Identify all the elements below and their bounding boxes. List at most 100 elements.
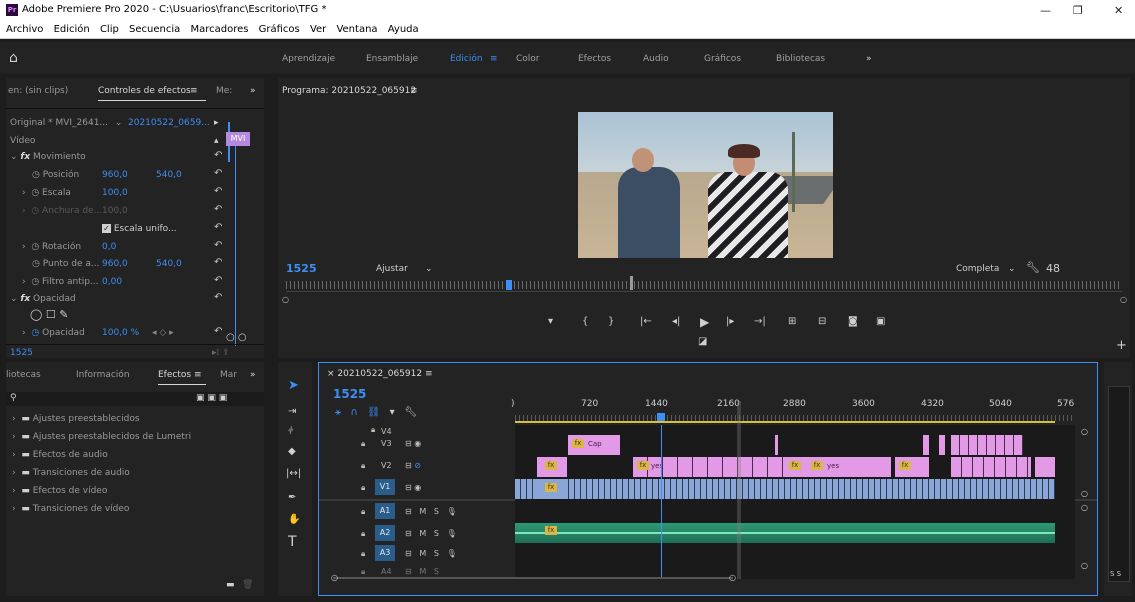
type-tool-icon[interactable]: T [288, 534, 297, 550]
clip-v3-cap[interactable]: fx Cap [568, 435, 620, 455]
selection-tool-icon[interactable]: ➤ [288, 378, 299, 393]
a-scroll-top[interactable]: ○ [1081, 503, 1088, 512]
clip-v2-d[interactable] [1035, 457, 1055, 477]
hand-tool-icon[interactable]: ✋ [288, 514, 300, 525]
add-marker-icon[interactable]: ▾ [548, 316, 553, 327]
fit-dropdown[interactable]: Ajustar ⌄ [376, 264, 433, 274]
browser-more-icon[interactable]: » [250, 370, 256, 380]
rotacion-value[interactable]: 0,0 [102, 242, 116, 252]
effect-timecode[interactable]: 1525 [10, 348, 33, 358]
v3-sync-icon[interactable]: ⊟ ◉ [405, 439, 421, 448]
menu-edicion[interactable]: Edición [54, 24, 90, 35]
escala-uniforme-checkbox[interactable]: ✓ Escala unifo... [102, 224, 177, 234]
clip-v2-b[interactable]: fx [895, 457, 929, 477]
a4-lock-icon[interactable]: 🔒︎ [361, 567, 365, 577]
zoom-scrollbar[interactable] [333, 577, 733, 579]
menu-secuencia[interactable]: Secuencia [129, 24, 180, 35]
folder-transiciones-video[interactable]: › ▬ Transiciones de vídeo [12, 504, 129, 514]
razor-tool-icon[interactable]: ◆ [288, 446, 296, 457]
go-to-out-icon[interactable]: →| [754, 316, 766, 327]
sequence-clip-link[interactable]: 20210522_0659... [128, 118, 210, 128]
v-scroll-mid[interactable]: ○ [1081, 489, 1088, 498]
settings-wrench-icon[interactable]: 🔧︎ [1026, 261, 1040, 274]
lift-icon[interactable]: ⊞ [788, 316, 796, 327]
effect-footer-icons[interactable]: ▸⁞ ⇪ [212, 348, 230, 358]
reset-movimiento-icon[interactable]: ↶ [214, 150, 222, 161]
reset-rotacion-icon[interactable]: ↶ [214, 240, 222, 251]
pen-tool-icon[interactable]: ✒ [288, 492, 296, 503]
meter-solo-label[interactable]: S S [1110, 570, 1121, 578]
mark-out-icon[interactable]: } [608, 316, 614, 327]
mark-in-icon[interactable]: { [582, 316, 588, 327]
movimiento-row[interactable]: ⌄ fx Movimiento [10, 152, 86, 162]
zoom-end-handle[interactable]: ○ [729, 573, 736, 582]
track-select-icon[interactable]: ⇥ [288, 406, 296, 417]
escala-value[interactable]: 100,0 [102, 188, 128, 198]
ripple-edit-icon[interactable]: ⫩ [288, 426, 294, 437]
export-frame-icon[interactable]: ◙ [848, 316, 858, 327]
delete-icon[interactable]: 🗑︎ [242, 580, 253, 590]
menu-ventana[interactable]: Ventana [336, 24, 377, 35]
keyframe-nav[interactable]: ◂ ◇ ▸ [152, 328, 174, 338]
posicion-y[interactable]: 540,0 [156, 170, 182, 180]
reset-anclaje-icon[interactable]: ↶ [214, 257, 222, 268]
a4-controls[interactable]: ⊟ M S [405, 567, 439, 576]
v1-sync-icon[interactable]: ⊟ ◉ [405, 483, 421, 492]
filter-icons[interactable]: ▣ ▣ ▣ [196, 393, 227, 403]
clip-v2-a[interactable]: fx [537, 457, 567, 477]
timeline-tools[interactable]: ⚹ ∩ ⛓ ▾ 🔧︎ [335, 407, 417, 418]
reset-filtro-icon[interactable]: ↶ [214, 275, 222, 286]
track-v1[interactable]: V1 [375, 479, 395, 495]
vr-video-icon[interactable]: ◪ [698, 336, 707, 347]
folder-efectos-video[interactable]: › ▬ Efectos de vídeo [12, 486, 107, 496]
ws-menu-icon[interactable]: ≡ [490, 54, 498, 64]
pen-mask-icon[interactable]: ✎ [59, 308, 68, 321]
track-a2[interactable]: A2 [375, 525, 395, 541]
extract-icon[interactable]: ⊟ [818, 316, 826, 327]
program-scrubber[interactable] [286, 281, 1122, 289]
menu-graficos[interactable]: Gráficos [259, 24, 300, 35]
reset-opacidad-group-icon[interactable]: ↶ [214, 292, 222, 303]
clip-v3-small[interactable] [775, 435, 778, 455]
timeline-playhead-head[interactable] [657, 413, 665, 421]
restore-icon[interactable]: ❐ [1073, 4, 1083, 17]
ws-aprendizaje[interactable]: Aprendizaje [282, 54, 335, 64]
timeline-tab[interactable]: × 20210522_065912 ≡ [327, 369, 432, 379]
ws-ensamblaje[interactable]: Ensamblaje [366, 54, 418, 64]
program-video-frame[interactable] [578, 112, 833, 258]
ws-efectos[interactable]: Efectos [578, 54, 611, 64]
a2-lock-icon[interactable]: 🔒︎ [361, 529, 365, 539]
scrub-end-handle[interactable]: ○ [1120, 295, 1127, 304]
mask-tools[interactable]: ◯ ☐ ✎ [30, 308, 68, 321]
menu-clip[interactable]: Clip [100, 24, 119, 35]
clip-v2-c[interactable] [951, 457, 1031, 477]
reset-posicion-icon[interactable]: ↶ [214, 168, 222, 179]
clip-v3-c[interactable] [939, 435, 945, 455]
menu-marcadores[interactable]: Marcadores [190, 24, 248, 35]
menu-ver[interactable]: Ver [310, 24, 326, 35]
ws-edicion[interactable]: Edición [450, 54, 483, 64]
v3-lock-icon[interactable]: 🔒︎ [361, 439, 365, 449]
clip-a2-audio[interactable]: fx [515, 523, 1055, 543]
punto-anclaje-x[interactable]: 960,0 [102, 259, 128, 269]
punto-anclaje-y[interactable]: 540,0 [156, 259, 182, 269]
efectos-menu-icon[interactable]: ≡ [194, 370, 202, 380]
v4-lock-icon[interactable]: 🔒︎ [371, 425, 375, 435]
step-back-icon[interactable]: ◂| [672, 316, 680, 327]
clip-v2-yes2[interactable]: fx fx yes [783, 457, 891, 477]
tab-source[interactable]: en: (sin clips) [8, 86, 68, 96]
opacidad-group-row[interactable]: ⌄ fx Opacidad [10, 294, 76, 304]
timeline-timecode[interactable]: 1525 [333, 387, 366, 401]
v2-lock-icon[interactable]: 🔒︎ [361, 461, 365, 471]
home-icon[interactable]: ⌂ [9, 50, 18, 66]
menu-ayuda[interactable]: Ayuda [388, 24, 419, 35]
go-to-in-icon[interactable]: |← [640, 316, 652, 327]
filtro-value[interactable]: 0,00 [102, 277, 122, 287]
ws-bibliotecas[interactable]: Bibliotecas [776, 54, 825, 64]
ws-graficos[interactable]: Gráficos [704, 54, 741, 64]
close-icon[interactable]: ✕ [1114, 4, 1123, 17]
tab-metadata[interactable]: Me: [216, 86, 232, 96]
folder-transiciones-audio[interactable]: › ▬ Transiciones de audio [12, 468, 130, 478]
folder-ajustes[interactable]: › ▬ Ajustes preestablecidos [12, 414, 140, 424]
a3-controls[interactable]: ⊟ M S 🎙︎ [405, 549, 457, 558]
